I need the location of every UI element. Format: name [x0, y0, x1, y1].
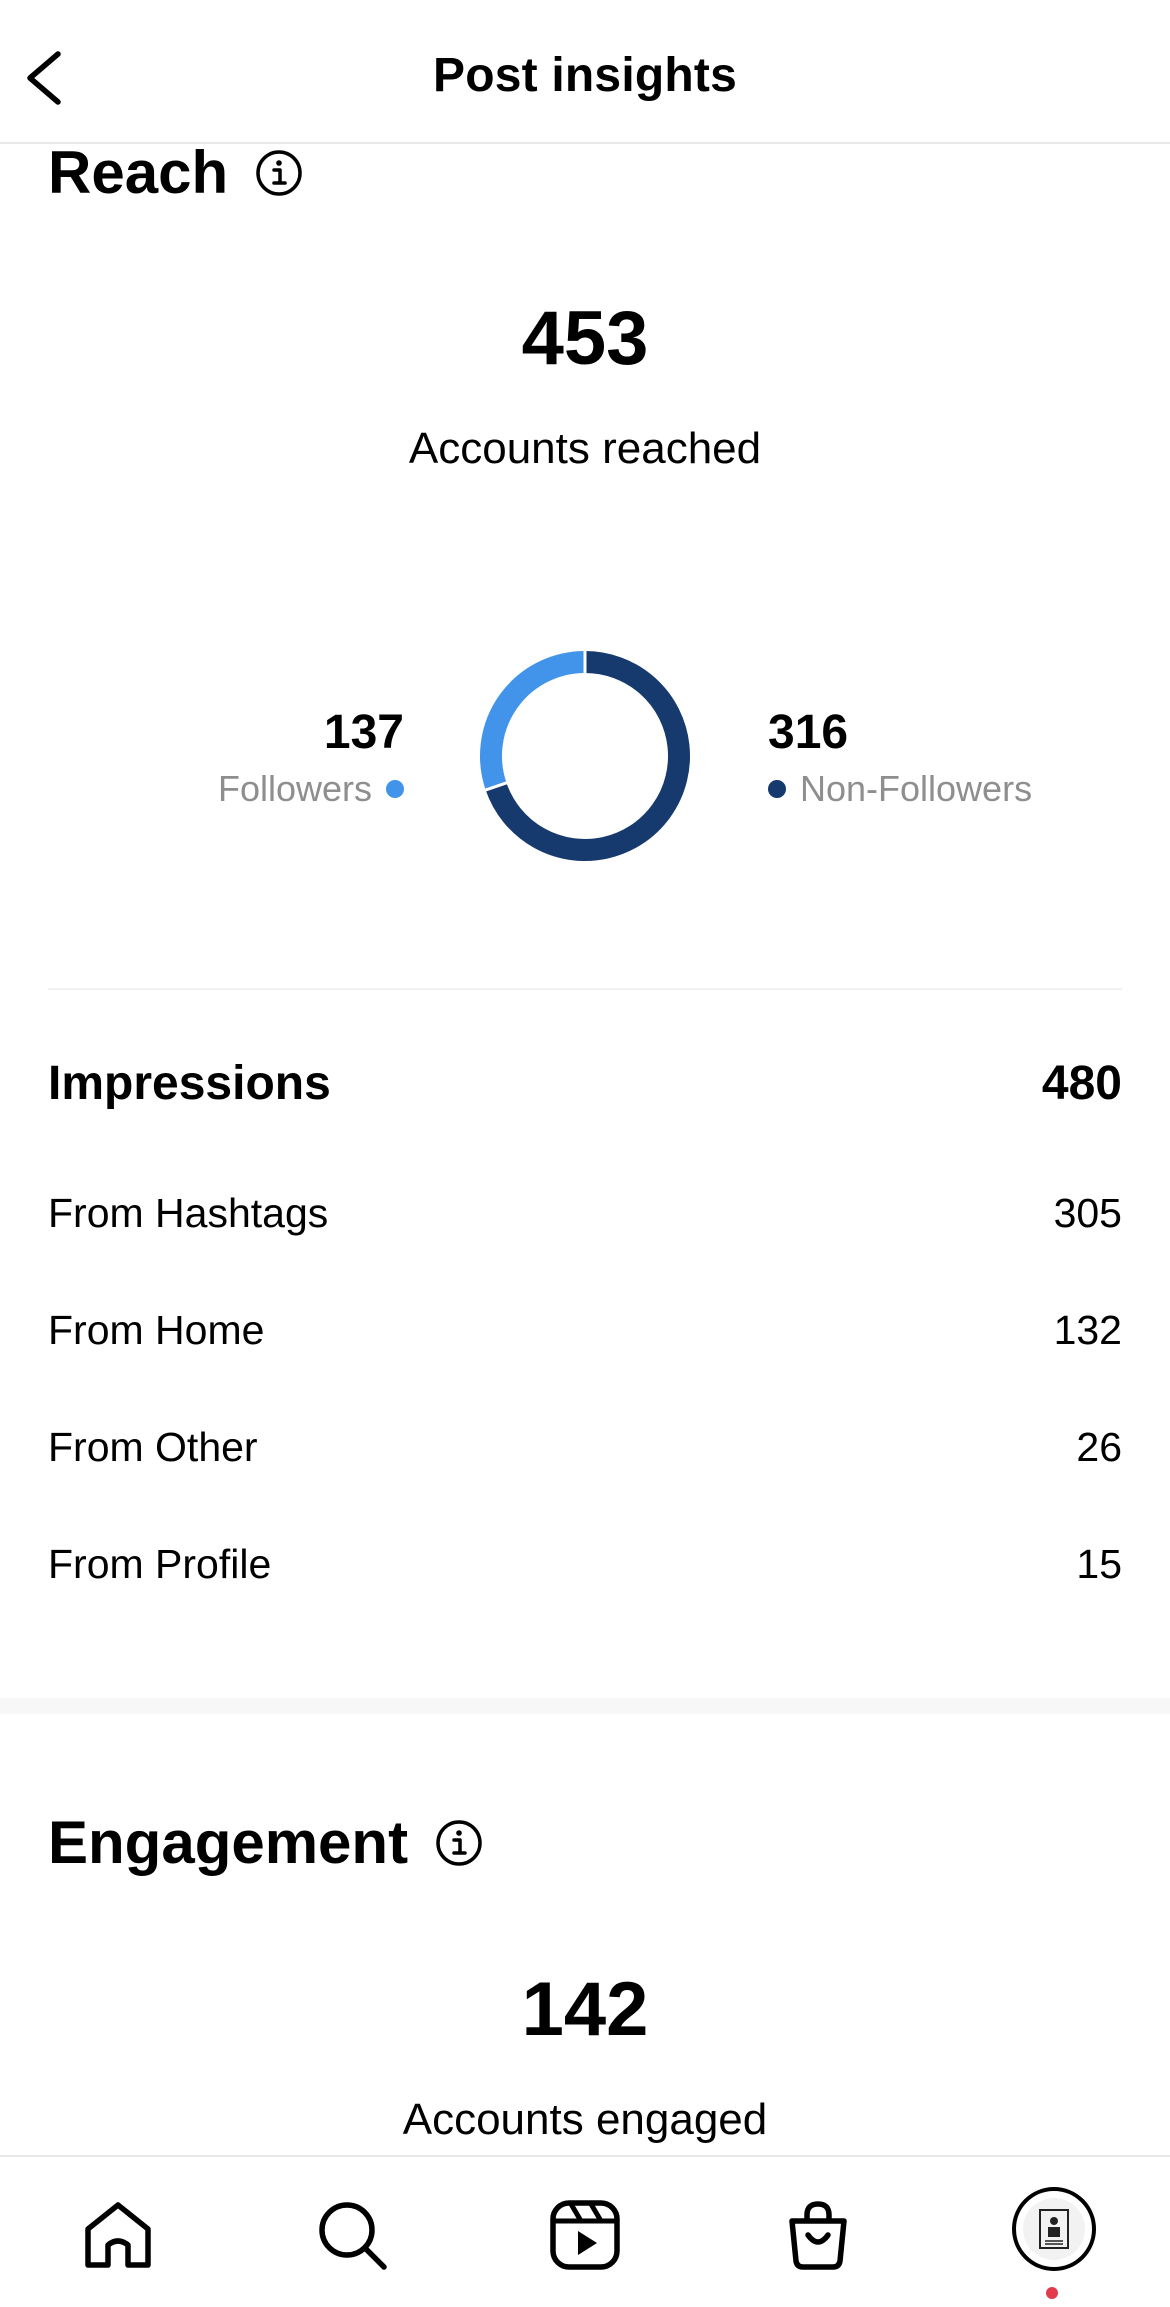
donut-slice-followers: [480, 651, 586, 790]
engagement-title-text: Engagement: [48, 1809, 409, 1876]
info-icon[interactable]: [254, 148, 304, 198]
avatar-image: [1023, 2198, 1085, 2260]
source-value: 132: [1053, 1307, 1122, 1353]
impressions-value: 480: [1041, 1057, 1122, 1110]
notification-dot: [1046, 2287, 1058, 2299]
page-title: Post insights: [433, 49, 737, 102]
bottom-tab-bar: [0, 2155, 1170, 2307]
impressions-label: Impressions: [48, 1057, 331, 1110]
info-icon[interactable]: [434, 1818, 484, 1868]
home-icon: [85, 2202, 151, 2268]
source-value: 305: [1053, 1190, 1122, 1236]
impression-source-row: From Other 26: [48, 1424, 1122, 1471]
non-followers-dot: [768, 780, 786, 798]
source-label: From Home: [48, 1307, 265, 1353]
source-value: 26: [1076, 1424, 1122, 1470]
source-label: From Other: [48, 1424, 258, 1470]
profile-avatar: [1012, 2187, 1096, 2271]
shop-icon: [789, 2201, 847, 2270]
reels-tab[interactable]: [545, 2195, 625, 2275]
home-tab[interactable]: [78, 2195, 158, 2275]
non-followers-label: Non-Followers: [800, 768, 1033, 809]
shop-tab[interactable]: [778, 2195, 858, 2275]
non-followers-count: 316: [768, 706, 849, 759]
section-separator: [0, 1698, 1170, 1714]
impression-source-row: From Profile 15: [48, 1541, 1122, 1588]
impression-source-row: From Home 132: [48, 1307, 1122, 1354]
followers-count: 137: [323, 706, 404, 759]
impressions-row: Impressions 480: [48, 1056, 1122, 1111]
source-value: 15: [1076, 1541, 1122, 1587]
reach-title-text: Reach: [48, 139, 229, 206]
search-icon: [319, 2202, 387, 2270]
followers-legend: Followers: [218, 768, 404, 810]
reels-icon: [550, 2200, 620, 2270]
donut-svg: [480, 650, 690, 861]
accounts-reached-label: Accounts reached: [408, 424, 762, 473]
reach-section-title: Reach: [48, 138, 304, 207]
search-tab[interactable]: [312, 2195, 392, 2275]
section-divider: [48, 988, 1122, 990]
top-nav-bar: Post insights: [0, 0, 1170, 144]
accounts-reached-count: 453: [521, 296, 649, 381]
reach-donut-chart: [473, 644, 697, 868]
accounts-engaged-label: Accounts engaged: [402, 2095, 768, 2144]
followers-dot: [386, 780, 404, 798]
accounts-engaged-count: 142: [521, 1967, 649, 2052]
profile-tab[interactable]: [1012, 2187, 1096, 2271]
source-label: From Hashtags: [48, 1190, 329, 1236]
source-label: From Profile: [48, 1541, 272, 1587]
engagement-section-title: Engagement: [48, 1808, 484, 1877]
avatar-logo-icon: [1039, 2209, 1069, 2249]
impression-source-row: From Hashtags 305: [48, 1190, 1122, 1237]
non-followers-legend: Non-Followers: [768, 768, 1032, 810]
followers-label: Followers: [217, 768, 372, 809]
